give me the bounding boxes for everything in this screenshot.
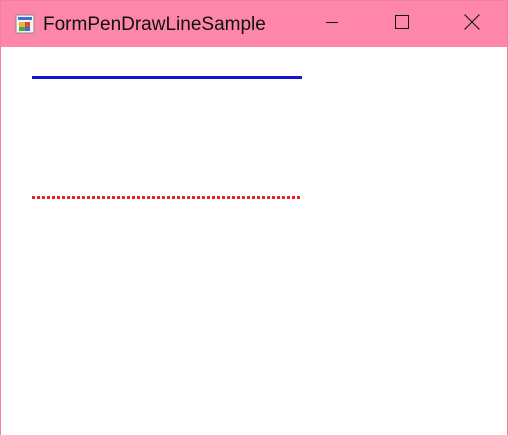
maximize-button[interactable] [367,1,437,47]
dotted-red-line [32,196,300,199]
app-window: FormPenDrawLineSample [0,0,508,435]
window-title: FormPenDrawLineSample [43,14,266,35]
drawing-canvas [1,47,507,435]
solid-blue-line [32,76,302,79]
maximize-icon [395,14,409,34]
close-button[interactable] [437,1,507,47]
minimize-button[interactable] [297,1,367,47]
app-icon [15,14,35,34]
title-bar[interactable]: FormPenDrawLineSample [1,1,507,47]
close-icon [464,13,480,35]
minimize-icon [326,15,338,33]
